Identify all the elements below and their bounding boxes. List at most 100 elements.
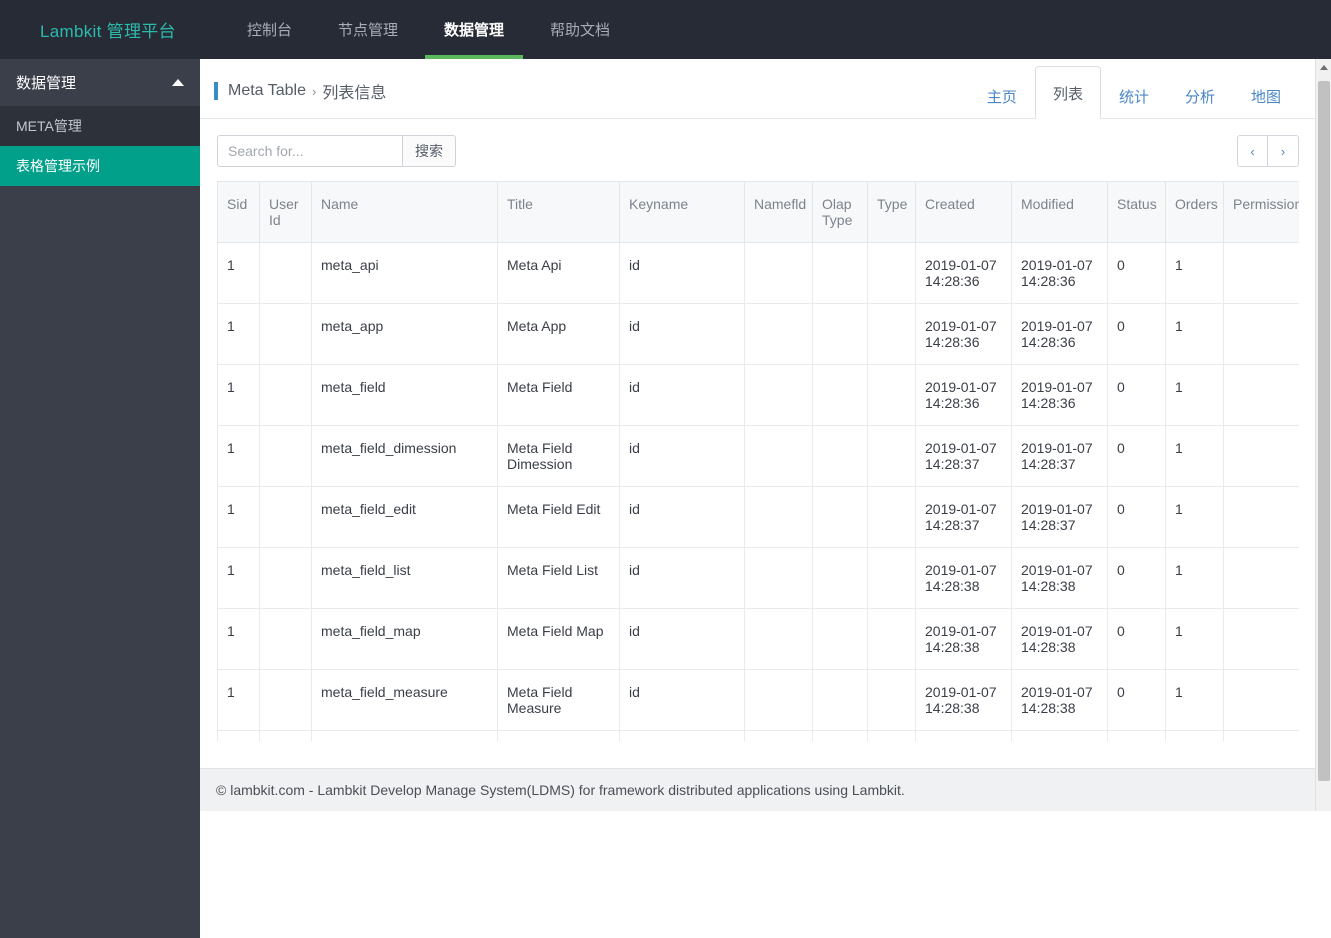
column-header-type[interactable]: Type: [868, 182, 916, 243]
cell-modified: 2019-01-07 14:28:36: [1012, 365, 1108, 426]
nav-item-data-management[interactable]: 数据管理: [421, 0, 527, 59]
nav-item-node-management[interactable]: 节点管理: [315, 0, 421, 59]
cell-user-id: [260, 609, 312, 670]
cell-keyname: id: [620, 426, 745, 487]
cell-title: Meta Field: [498, 365, 620, 426]
table-row[interactable]: 1meta_field_relationMeta Field Relationi…: [218, 731, 1300, 742]
sidebar-filler: [0, 186, 200, 938]
cell-created: 2019-01-07 14:28:36: [916, 304, 1012, 365]
tab-label: 列表: [1053, 86, 1083, 103]
cell-permission: [1224, 670, 1300, 731]
cell-keyname: id: [620, 548, 745, 609]
table-body: 1meta_apiMeta Apiid2019-01-07 14:28:3620…: [218, 243, 1300, 742]
nav-item-console[interactable]: 控制台: [224, 0, 315, 59]
search-input[interactable]: [217, 135, 402, 167]
cell-orders: 1: [1166, 487, 1224, 548]
cell-modified: 2019-01-07 14:28:38: [1012, 609, 1108, 670]
table-row[interactable]: 1meta_apiMeta Apiid2019-01-07 14:28:3620…: [218, 243, 1300, 304]
next-page-button[interactable]: ›: [1268, 135, 1299, 167]
cell-modified: 2019-01-07 14:28:38: [1012, 670, 1108, 731]
cell-permission: [1224, 304, 1300, 365]
column-header-sid[interactable]: Sid: [218, 182, 260, 243]
table-row[interactable]: 1meta_appMeta Appid2019-01-07 14:28:3620…: [218, 304, 1300, 365]
cell-name: meta_field_map: [312, 609, 498, 670]
sidebar-item-table-management-demo[interactable]: 表格管理示例: [0, 146, 200, 186]
cell-modified: 2019-01-07 14:28:36: [1012, 304, 1108, 365]
search-button[interactable]: 搜索: [402, 135, 456, 167]
cell-name: meta_field: [312, 365, 498, 426]
cell-user-id: [260, 304, 312, 365]
tab-list[interactable]: 列表: [1035, 66, 1101, 119]
column-header-status[interactable]: Status: [1108, 182, 1166, 243]
cell-modified: 2019-01-07 14:28:36: [1012, 243, 1108, 304]
scroll-up-button[interactable]: [1316, 59, 1331, 76]
column-header-title[interactable]: Title: [498, 182, 620, 243]
sidebar-group-data-management[interactable]: 数据管理: [0, 59, 200, 106]
nav-item-help-docs[interactable]: 帮助文档: [527, 0, 633, 59]
column-header-modified[interactable]: Modified: [1012, 182, 1108, 243]
scrollbar-thumb[interactable]: [1318, 81, 1330, 781]
cell-permission: [1224, 609, 1300, 670]
breadcrumb: Meta Table › 列表信息: [214, 79, 386, 103]
column-header-keyname[interactable]: Keyname: [620, 182, 745, 243]
cell-name: meta_api: [312, 243, 498, 304]
panel-header: Meta Table › 列表信息 主页 列表 统计 分析 地图: [200, 59, 1316, 119]
search-box: 搜索: [217, 135, 456, 167]
prev-page-button[interactable]: ‹: [1237, 135, 1268, 167]
column-header-olap-type[interactable]: Olap Type: [813, 182, 868, 243]
cell-orders: 1: [1166, 426, 1224, 487]
cell-keyname: id: [620, 731, 745, 742]
tab-label: 地图: [1251, 89, 1281, 106]
cell-olap-type: [813, 609, 868, 670]
brand-logo[interactable]: Lambkit 管理平台: [0, 17, 200, 42]
table-header-row: Sid User Id Name Title Keyname Namefld O…: [218, 182, 1300, 243]
cell-name: meta_field_list: [312, 548, 498, 609]
tab-map[interactable]: 地图: [1233, 73, 1299, 119]
table-row[interactable]: 1meta_field_editMeta Field Editid2019-01…: [218, 487, 1300, 548]
breadcrumb-root[interactable]: Meta Table: [228, 82, 306, 100]
vertical-scrollbar[interactable]: [1315, 59, 1331, 811]
column-header-name[interactable]: Name: [312, 182, 498, 243]
panel-tabs: 主页 列表 统计 分析 地图: [969, 66, 1299, 119]
cell-namefld: [745, 365, 813, 426]
table-row[interactable]: 1meta_field_dimessionMeta Field Dimessio…: [218, 426, 1300, 487]
cell-sid: 1: [218, 487, 260, 548]
cell-modified: 2019-01-07 14:28:37: [1012, 426, 1108, 487]
sidebar-item-meta-management[interactable]: META管理: [0, 106, 200, 146]
cell-name: meta_field_measure: [312, 670, 498, 731]
column-header-permission[interactable]: Permission: [1224, 182, 1300, 243]
cell-title: Meta Field Edit: [498, 487, 620, 548]
breadcrumb-separator-icon: ›: [312, 84, 316, 99]
table-row[interactable]: 1meta_field_mapMeta Field Mapid2019-01-0…: [218, 609, 1300, 670]
tab-statistics[interactable]: 统计: [1101, 73, 1167, 119]
cell-name: meta_field_edit: [312, 487, 498, 548]
meta-table: Sid User Id Name Title Keyname Namefld O…: [217, 181, 1299, 741]
cell-created: 2019-01-07 14:28:37: [916, 426, 1012, 487]
column-header-created[interactable]: Created: [916, 182, 1012, 243]
cell-permission: [1224, 243, 1300, 304]
table-row[interactable]: 1meta_fieldMeta Fieldid2019-01-07 14:28:…: [218, 365, 1300, 426]
table-row[interactable]: 1meta_field_listMeta Field Listid2019-01…: [218, 548, 1300, 609]
table-scroll-container[interactable]: Sid User Id Name Title Keyname Namefld O…: [217, 181, 1299, 741]
cell-namefld: [745, 487, 813, 548]
cell-user-id: [260, 365, 312, 426]
cell-permission: [1224, 731, 1300, 742]
cell-sid: 1: [218, 426, 260, 487]
cell-keyname: id: [620, 487, 745, 548]
column-header-orders[interactable]: Orders: [1166, 182, 1224, 243]
footer-text: © lambkit.com - Lambkit Develop Manage S…: [216, 782, 905, 798]
cell-user-id: [260, 670, 312, 731]
sidebar: 数据管理 META管理 表格管理示例: [0, 59, 200, 811]
tab-home[interactable]: 主页: [969, 73, 1035, 119]
cell-user-id: [260, 731, 312, 742]
table-row[interactable]: 1meta_field_measureMeta Field Measureid2…: [218, 670, 1300, 731]
chevron-up-icon: [172, 79, 184, 86]
column-header-namefld[interactable]: Namefld: [745, 182, 813, 243]
cell-olap-type: [813, 548, 868, 609]
column-header-user-id[interactable]: User Id: [260, 182, 312, 243]
cell-keyname: id: [620, 609, 745, 670]
tab-analysis[interactable]: 分析: [1167, 73, 1233, 119]
cell-orders: 1: [1166, 365, 1224, 426]
cell-type: [868, 731, 916, 742]
cell-name: meta_field_dimession: [312, 426, 498, 487]
